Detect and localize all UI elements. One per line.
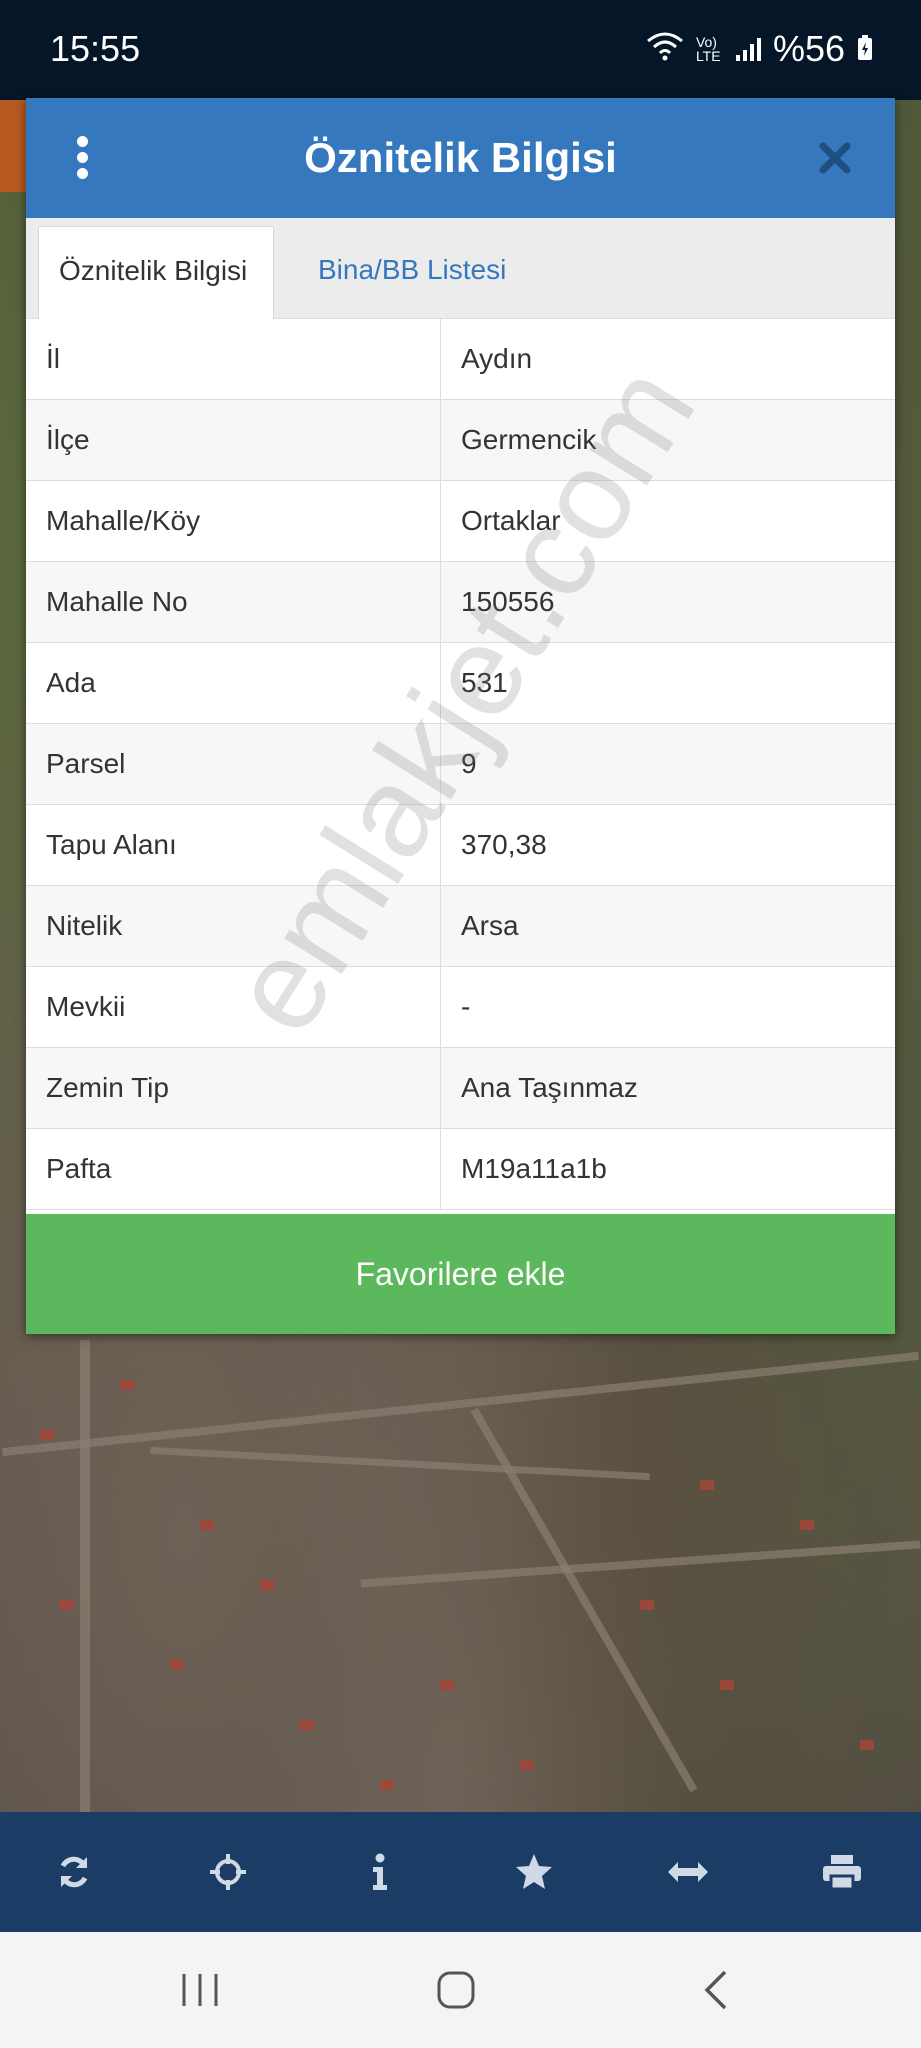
map-road [80, 1340, 90, 1820]
battery-icon [857, 28, 873, 70]
map-building [800, 1520, 814, 1530]
crosshair-icon [210, 1854, 246, 1890]
attribute-table: İl Aydın İlçe Germencik Mahalle/Köy Ortakla… [26, 319, 895, 1210]
battery-level: %56 [772, 28, 845, 69]
table-row: Ada 531 [26, 642, 895, 724]
measure-icon [668, 1862, 708, 1882]
map-building [40, 1430, 54, 1440]
dialog-header: Öznitelik Bilgisi [26, 98, 895, 218]
print-button[interactable] [804, 1834, 880, 1910]
bottom-toolbar [0, 1812, 921, 1932]
attr-value: 9 [440, 723, 895, 805]
map-road [2, 1351, 919, 1457]
close-button[interactable] [803, 126, 867, 190]
wifi-icon [646, 31, 684, 67]
home-button[interactable] [416, 1954, 496, 2026]
recent-apps-button[interactable] [160, 1954, 240, 2026]
map-building [380, 1780, 394, 1790]
map-building [300, 1720, 314, 1730]
attr-value: - [440, 966, 895, 1048]
map-building [60, 1600, 74, 1610]
tab-bar: Öznitelik Bilgisi Bina/BB Listesi [26, 218, 895, 319]
attr-key: Pafta [26, 1128, 441, 1210]
star-icon [516, 1854, 552, 1889]
tab-attribute-info[interactable]: Öznitelik Bilgisi [38, 226, 274, 319]
info-button[interactable] [342, 1834, 418, 1910]
android-nav-bar [0, 1932, 921, 2048]
favorites-button[interactable] [496, 1834, 572, 1910]
attr-key: İlçe [26, 399, 441, 481]
attr-key: Zemin Tip [26, 1047, 441, 1129]
map-building [260, 1580, 274, 1590]
attr-key: İl [26, 319, 441, 400]
cell-signal-icon [735, 37, 761, 61]
attr-value: Arsa [440, 885, 895, 967]
attr-key: Mahalle/Köy [26, 480, 441, 562]
status-bar: 15:55 Vo) LTE %56 [0, 0, 921, 100]
back-icon [704, 1970, 727, 2010]
attr-value: Germencik [440, 399, 895, 481]
map-building [170, 1660, 184, 1670]
refresh-icon [60, 1856, 88, 1888]
recent-apps-icon [182, 1974, 218, 2006]
measure-button[interactable] [650, 1834, 726, 1910]
attr-value: Ana Taşınmaz [440, 1047, 895, 1129]
table-row: İlçe Germencik [26, 399, 895, 481]
attr-key: Parsel [26, 723, 441, 805]
table-row: Parsel 9 [26, 723, 895, 805]
map-building [120, 1380, 134, 1390]
attr-key: Mahalle No [26, 561, 441, 643]
attr-key: Nitelik [26, 885, 441, 967]
close-icon [819, 142, 851, 174]
status-time: 15:55 [50, 28, 141, 69]
table-row: Mevkii - [26, 966, 895, 1048]
map-road [360, 1540, 921, 1588]
table-row: Nitelik Arsa [26, 885, 895, 967]
attr-value: 531 [440, 642, 895, 724]
status-indicators: Vo) LTE %56 [646, 28, 873, 70]
attr-key: Ada [26, 642, 441, 724]
home-icon [437, 1971, 475, 2009]
table-row: Mahalle/Köy Ortaklar [26, 480, 895, 562]
locate-button[interactable] [190, 1834, 266, 1910]
map-building [200, 1520, 214, 1530]
print-icon [823, 1855, 861, 1890]
map-building [700, 1480, 714, 1490]
attr-value: Aydın [440, 319, 895, 400]
table-row: Mahalle No 150556 [26, 561, 895, 643]
add-to-favorites-button[interactable]: Favorilere ekle [26, 1214, 895, 1334]
attr-key: Tapu Alanı [26, 804, 441, 886]
tab-building-list[interactable]: Bina/BB Listesi [298, 226, 526, 318]
table-row: İl Aydın [26, 319, 895, 400]
table-row: Tapu Alanı 370,38 [26, 804, 895, 886]
attribute-dialog: Öznitelik Bilgisi Öznitelik Bilgisi Bina… [26, 98, 895, 1334]
map-building [860, 1740, 874, 1750]
volte-label: Vo) LTE [695, 34, 721, 64]
map-road [150, 1446, 650, 1481]
dialog-title: Öznitelik Bilgisi [304, 134, 617, 181]
back-button[interactable] [676, 1954, 756, 2026]
map-building [520, 1760, 534, 1770]
table-row: Pafta M19a11a1b [26, 1128, 895, 1210]
attr-value: Ortaklar [440, 480, 895, 562]
map-building [440, 1680, 454, 1690]
refresh-button[interactable] [36, 1834, 112, 1910]
map-building [640, 1600, 654, 1610]
map-building [720, 1680, 734, 1690]
table-row: Zemin Tip Ana Taşınmaz [26, 1047, 895, 1129]
attr-value: 370,38 [440, 804, 895, 886]
attr-key: Mevkii [26, 966, 441, 1048]
attr-value: 150556 [440, 561, 895, 643]
info-icon [373, 1853, 387, 1890]
attr-value: M19a11a1b [440, 1128, 895, 1210]
